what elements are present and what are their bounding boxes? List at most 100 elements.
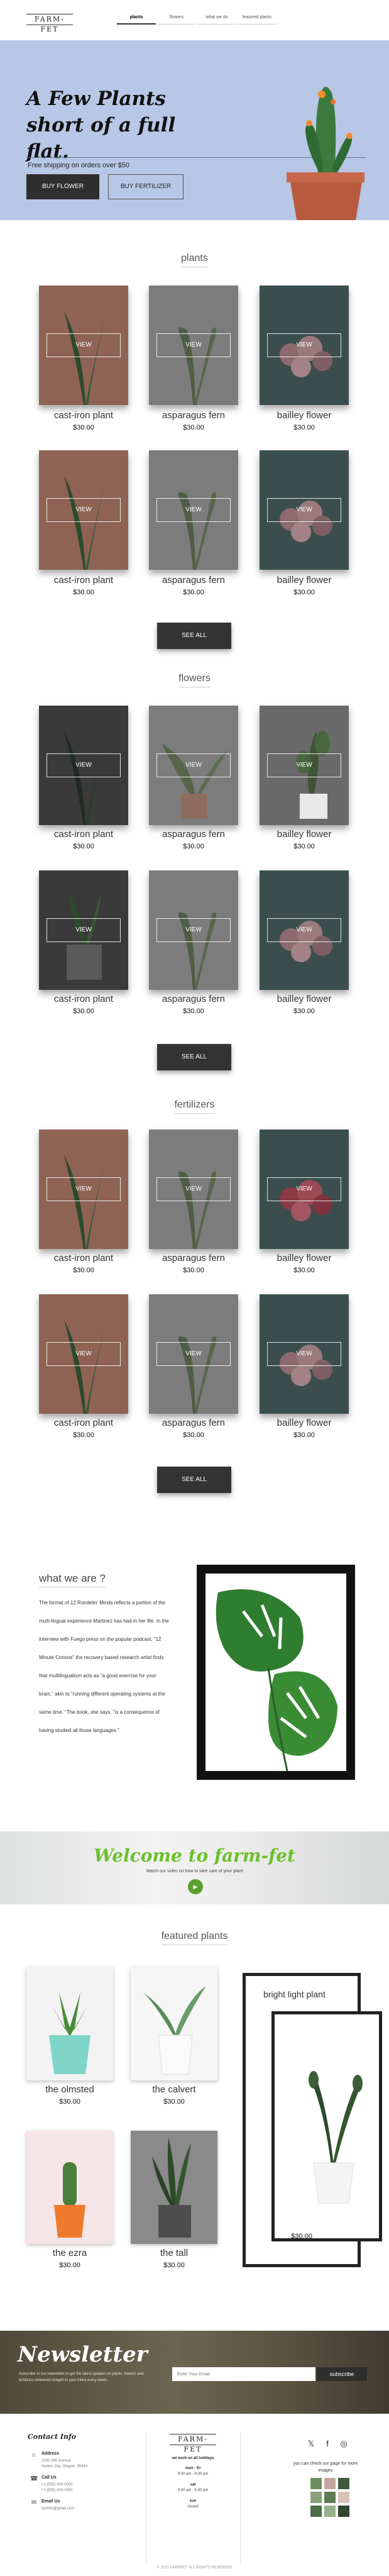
instagram-icon[interactable]: ◎ <box>338 2439 349 2449</box>
view-button[interactable]: VIEW <box>47 333 121 357</box>
featured-card[interactable] <box>131 1967 217 2080</box>
instagram-thumbnail[interactable] <box>324 2506 336 2517</box>
view-button[interactable]: VIEW <box>156 1177 231 1201</box>
see-all-flowers-button[interactable]: SEE ALL <box>157 1044 231 1070</box>
product-price: $30.00 <box>293 1267 315 1274</box>
product-price: $30.00 <box>73 1008 94 1015</box>
see-all-fertilizers-button[interactable]: SEE ALL <box>157 1467 231 1493</box>
nav-flowers[interactable]: flowers <box>157 11 196 25</box>
nav-featured-plants[interactable]: featured plants <box>238 11 277 25</box>
product-price: $30.00 <box>73 589 94 596</box>
phone-number[interactable]: +1 (555) 000-0000 <box>41 2489 73 2492</box>
snake-plant-image <box>152 2137 191 2238</box>
instagram-thumbnail[interactable] <box>338 2492 349 2503</box>
product-price: $30.00 <box>183 589 204 596</box>
twitter-icon[interactable]: 𝕏 <box>305 2439 317 2449</box>
address-line: 2200 NW Avenue <box>41 2459 71 2463</box>
bright-light-card[interactable] <box>271 2011 382 2241</box>
product-price: $30.00 <box>293 1431 315 1439</box>
instagram-thumbnail[interactable] <box>324 2478 336 2489</box>
product-card[interactable]: VIEW <box>260 706 349 825</box>
view-button[interactable]: VIEW <box>47 918 121 942</box>
buy-fertilizer-button[interactable]: BUY FERTILIZER <box>108 174 184 199</box>
facebook-icon[interactable]: f <box>322 2439 333 2448</box>
instagram-thumbnail[interactable] <box>310 2506 322 2517</box>
product-card[interactable]: VIEW <box>260 870 349 990</box>
play-icon: ▶ <box>193 1884 198 1890</box>
site-logo[interactable]: FARM-FET <box>26 14 73 33</box>
product-card[interactable]: VIEW <box>260 1294 349 1414</box>
instagram-thumbnail[interactable] <box>338 2478 349 2489</box>
view-button[interactable]: VIEW <box>47 498 121 522</box>
about-text: The format of 12 Rondelin' Minds reflect… <box>39 1600 169 1733</box>
footer-logo[interactable]: FARM-FET <box>170 2434 216 2453</box>
cactus-pot-image <box>287 87 364 220</box>
instagram-thumbnail[interactable] <box>310 2478 322 2489</box>
newsletter-title: Newsletter <box>18 2342 148 2367</box>
view-button[interactable]: VIEW <box>156 753 231 777</box>
product-card[interactable]: VIEW <box>149 1130 238 1249</box>
site-footer: Contact Info ⌂ Address 2200 NW Avenue Ha… <box>0 2414 389 2576</box>
view-button[interactable]: VIEW <box>156 918 231 942</box>
product-name: asparagus fern <box>162 994 226 1004</box>
nav-plants[interactable]: plants <box>117 11 156 25</box>
product-card[interactable]: VIEW <box>149 450 238 570</box>
view-button[interactable]: VIEW <box>267 753 341 777</box>
aloe-image <box>143 1986 206 2075</box>
product-price: $30.00 <box>73 1267 94 1274</box>
play-video-button[interactable]: ▶ <box>188 1879 203 1894</box>
subscribe-button[interactable]: subscribe <box>317 2367 367 2381</box>
product-price: $30.00 <box>183 424 204 431</box>
product-name: bailley flower <box>277 994 332 1004</box>
product-card[interactable]: VIEW <box>39 1294 128 1414</box>
featured-name: the tall <box>160 2248 189 2258</box>
instagram-thumbnail[interactable] <box>338 2506 349 2517</box>
view-button[interactable]: VIEW <box>156 333 231 357</box>
product-card[interactable]: VIEW <box>149 706 238 825</box>
product-name: bailley flower <box>277 1418 332 1428</box>
featured-card[interactable] <box>131 2131 217 2244</box>
view-button[interactable]: VIEW <box>267 333 341 357</box>
product-card[interactable]: VIEW <box>260 286 349 405</box>
product-card[interactable]: VIEW <box>149 870 238 990</box>
nav-what-we-do[interactable]: what we do <box>197 11 236 25</box>
product-card[interactable]: VIEW <box>260 1130 349 1249</box>
product-card[interactable]: VIEW <box>260 450 349 570</box>
product-card[interactable]: VIEW <box>149 286 238 405</box>
hero-banner: A Few Plants short of a full flat. Free … <box>0 40 389 220</box>
location-icon: ⌂ <box>31 2451 36 2458</box>
featured-name: the olmsted <box>45 2084 94 2095</box>
view-button[interactable]: VIEW <box>47 1342 121 1366</box>
newsletter-email-input[interactable] <box>172 2367 315 2381</box>
view-button[interactable]: VIEW <box>267 918 341 942</box>
site-header: FARM-FET plants flowers what we do featu… <box>0 0 389 40</box>
product-card[interactable]: VIEW <box>39 450 128 570</box>
instagram-thumbnail[interactable] <box>310 2492 322 2503</box>
main-nav: plants flowers what we do featured plant… <box>117 11 278 25</box>
instagram-thumbnail[interactable] <box>324 2492 336 2503</box>
view-button[interactable]: VIEW <box>156 1342 231 1366</box>
email-address[interactable]: farmfet@gmail.com <box>41 2507 74 2511</box>
phone-number[interactable]: +1 (555) 000-0000 <box>41 2483 73 2487</box>
featured-card[interactable] <box>26 2131 113 2244</box>
featured-card[interactable] <box>26 1967 113 2080</box>
newsletter-text: Subscribe to our newsletter to get the l… <box>19 2372 144 2382</box>
view-button[interactable]: VIEW <box>47 753 121 777</box>
view-button[interactable]: VIEW <box>267 1342 341 1366</box>
product-card[interactable]: VIEW <box>39 870 128 990</box>
view-button[interactable]: VIEW <box>267 498 341 522</box>
product-name: asparagus fern <box>162 410 226 421</box>
cactus-image <box>54 2162 85 2238</box>
see-all-plants-button[interactable]: SEE ALL <box>157 623 231 649</box>
buy-flower-button[interactable]: BUY FLOWER <box>26 174 99 199</box>
product-card[interactable]: VIEW <box>39 706 128 825</box>
product-card[interactable]: VIEW <box>149 1294 238 1414</box>
email-icon: ✉ <box>31 2499 37 2506</box>
view-button[interactable]: VIEW <box>267 1177 341 1201</box>
product-price: $30.00 <box>293 1008 315 1015</box>
product-card[interactable]: VIEW <box>39 1130 128 1249</box>
product-card[interactable]: VIEW <box>39 286 128 405</box>
product-name: cast-iron plant <box>53 575 114 586</box>
view-button[interactable]: VIEW <box>47 1177 121 1201</box>
view-button[interactable]: VIEW <box>156 498 231 522</box>
